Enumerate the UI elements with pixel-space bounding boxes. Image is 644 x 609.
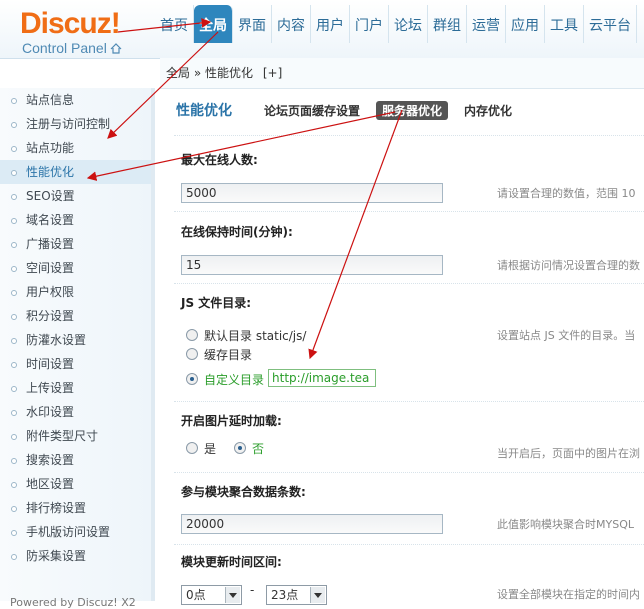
js-dir-option-custom[interactable]: 自定义目录 http://image.tea: [186, 369, 377, 387]
sidebar-item[interactable]: 空间设置: [0, 256, 151, 280]
sidebar-item[interactable]: 排行榜设置: [0, 496, 151, 520]
sidebar-item[interactable]: 上传设置: [0, 376, 151, 400]
radio-button-selected[interactable]: [186, 373, 198, 385]
top-nav-tab[interactable]: 云平台: [584, 5, 637, 43]
radio-button[interactable]: [186, 442, 198, 454]
sub-nav: 性能优化 论坛页面缓存设置 服务器优化 内存优化: [176, 99, 528, 121]
block-update-hint: 设置全部模块在指定的时间内: [497, 588, 640, 601]
block-update-to-select[interactable]: 23点: [266, 585, 327, 605]
js-dir-option-default[interactable]: 默认目录 static/js/: [186, 328, 306, 344]
lazy-load-option-yes[interactable]: 是: [186, 441, 216, 457]
sidebar-item[interactable]: 附件类型尺寸: [0, 424, 151, 448]
sidebar-item[interactable]: 积分设置: [0, 304, 151, 328]
js-dir-label: JS 文件目录:: [181, 296, 252, 310]
discuz-logo[interactable]: Discuz! Control Panel: [20, 8, 150, 58]
divider: [174, 283, 644, 284]
top-nav-tab[interactable]: 工具: [545, 5, 584, 43]
js-dir-custom-input[interactable]: http://image.tea: [268, 369, 377, 387]
sidebar-item[interactable]: 防采集设置: [0, 544, 151, 568]
settings-panel: 性能优化 论坛页面缓存设置 服务器优化 内存优化 最大在线人数: 请设置合理的数…: [160, 89, 644, 605]
sidebar-item[interactable]: SEO设置: [0, 184, 151, 208]
divider: [174, 135, 644, 136]
block-cache-label: 参与模块聚合数据条数:: [181, 485, 306, 499]
sidebar-item[interactable]: 搜索设置: [0, 448, 151, 472]
radio-button[interactable]: [186, 348, 198, 360]
online-hold-input[interactable]: [181, 255, 443, 275]
top-nav: 首页 全局 界面 内容 用户 门户 论坛 群组 运营 应用 工具 云平台: [155, 5, 637, 43]
page-title: 性能优化: [176, 103, 232, 119]
tab-server-optimization[interactable]: 服务器优化: [376, 100, 449, 120]
sidebar-item[interactable]: 注册与访问控制: [0, 112, 151, 136]
top-nav-tab[interactable]: 论坛: [389, 5, 428, 43]
top-nav-tab[interactable]: 内容: [272, 5, 311, 43]
breadcrumb-root[interactable]: 全局: [166, 66, 190, 80]
range-dash: -: [250, 583, 255, 597]
breadcrumb: 全局 » 性能优化 [+]: [160, 58, 644, 89]
top-nav-tab[interactable]: 群组: [428, 5, 467, 43]
divider: [174, 401, 644, 402]
top-nav-tab[interactable]: 运营: [467, 5, 506, 43]
sidebar-item[interactable]: 手机版访问设置: [0, 520, 151, 544]
logo-word: Discuz!: [20, 7, 121, 40]
sidebar-item[interactable]: 用户权限: [0, 280, 151, 304]
sidebar-item[interactable]: 站点功能: [0, 136, 151, 160]
add-shortcut-link[interactable]: [+]: [263, 66, 282, 80]
breadcrumb-separator: »: [193, 66, 202, 80]
header: Discuz! Control Panel 首页 全局 界面 内容 用户 门户 论坛 群组 运营…: [0, 0, 644, 59]
top-nav-tab[interactable]: 全局: [194, 5, 233, 43]
tab-forum-page-cache[interactable]: 论坛页面缓存设置: [258, 101, 366, 120]
online-hold-label: 在线保持时间(分钟):: [181, 225, 293, 239]
sidebar-item[interactable]: 站点信息: [0, 88, 151, 112]
block-update-label: 模块更新时间区间:: [181, 555, 282, 569]
max-online-input[interactable]: [181, 183, 443, 203]
js-dir-hint: 设置站点 JS 文件的目录。当: [497, 329, 636, 342]
sidebar-item[interactable]: 性能优化: [0, 160, 151, 184]
breadcrumb-current: 性能优化: [205, 66, 254, 80]
powered-by-text: Powered by Discuz! X2: [10, 596, 136, 609]
logo-subtitle: Control Panel: [22, 40, 150, 56]
sidebar-item[interactable]: 水印设置: [0, 400, 151, 424]
sidebar-item[interactable]: 防灌水设置: [0, 328, 151, 352]
top-nav-tab[interactable]: 门户: [350, 5, 389, 43]
divider: [174, 472, 644, 473]
block-update-from-select[interactable]: 0点: [181, 585, 242, 605]
block-cache-input[interactable]: [181, 514, 443, 534]
divider: [174, 211, 644, 212]
sidebar-item[interactable]: 域名设置: [0, 208, 151, 232]
lazy-load-label: 开启图片延时加载:: [181, 414, 282, 428]
divider: [174, 544, 644, 545]
top-nav-tab[interactable]: 界面: [233, 5, 272, 43]
js-dir-option-cache[interactable]: 缓存目录: [186, 347, 252, 363]
top-nav-tab[interactable]: 应用: [506, 5, 545, 43]
lazy-load-option-no[interactable]: 否: [234, 441, 264, 457]
top-nav-tab[interactable]: 用户: [311, 5, 350, 43]
sidebar-menu: 站点信息 注册与访问控制 站点功能 性能优化 SEO设置 域名设置 广播设置 空间设置 用户权限…: [0, 88, 151, 568]
home-icon: [110, 43, 122, 54]
radio-button[interactable]: [186, 329, 198, 341]
sidebar: 站点信息 注册与访问控制 站点功能 性能优化 SEO设置 域名设置 广播设置 空间设置 用户权限…: [0, 88, 155, 601]
sidebar-item[interactable]: 地区设置: [0, 472, 151, 496]
tab-memory-optimization[interactable]: 内存优化: [458, 101, 518, 120]
sidebar-item[interactable]: 广播设置: [0, 232, 151, 256]
sidebar-item[interactable]: 时间设置: [0, 352, 151, 376]
top-nav-tab[interactable]: 首页: [155, 5, 194, 43]
radio-button-selected[interactable]: [234, 442, 246, 454]
max-online-hint: 请设置合理的数值，范围 10: [497, 187, 636, 200]
online-hold-hint: 请根据访问情况设置合理的数: [497, 259, 640, 272]
block-cache-hint: 此值影响模块聚合时MYSQL: [497, 518, 634, 531]
lazy-load-hint: 当开启后，页面中的图片在浏: [497, 447, 640, 460]
max-online-label: 最大在线人数:: [181, 153, 258, 167]
